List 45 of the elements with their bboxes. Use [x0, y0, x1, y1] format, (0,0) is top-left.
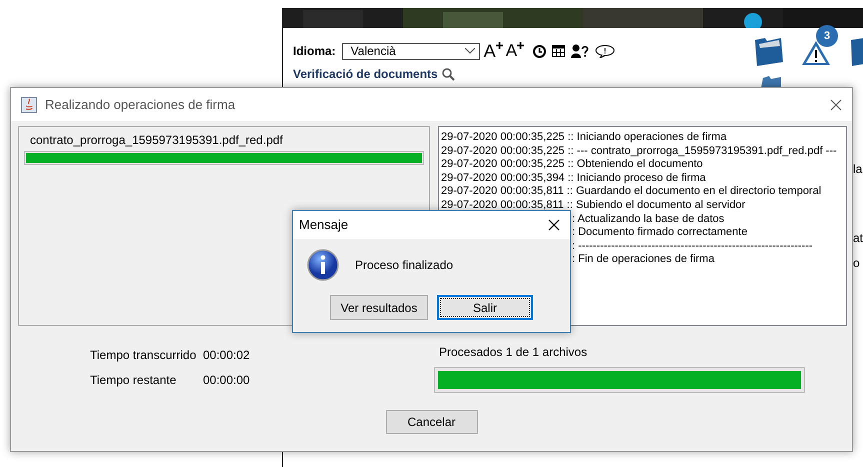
log-line: 29-07-2020 00:00:35,225 :: Obteniendo el documento	[441, 158, 703, 172]
speech-bubble-icon[interactable]	[595, 44, 616, 58]
remaining-value: 00:00:00	[203, 372, 250, 389]
language-label: Idioma:	[293, 43, 336, 60]
dialog-title: Mensaje	[299, 216, 348, 234]
processed-count: Procesados 1 de 1 archivos	[439, 344, 588, 361]
log-line: : Actualizando la base de datos	[572, 212, 724, 226]
exit-button[interactable]: Salir	[437, 295, 533, 320]
elapsed-label: Tiempo transcurrido	[90, 347, 198, 364]
cut-text: at	[853, 230, 863, 247]
log-line: : Documento firmado correctamente	[572, 226, 748, 240]
log-line: : Fin de operaciones de firma	[572, 253, 714, 267]
close-icon[interactable]	[830, 98, 842, 110]
log-line: : ----------------------------------------------------------------	[572, 240, 813, 254]
java-icon	[21, 96, 37, 112]
info-icon	[307, 249, 339, 281]
view-results-button[interactable]: Ver resultados	[330, 295, 428, 320]
caret-icon	[464, 48, 475, 54]
log-line: 29-07-2020 00:00:35,225 :: --- contrato_prorroga_1595973195391.pdf_red.pdf ---	[441, 144, 837, 158]
increase-text-button[interactable]: A	[484, 42, 503, 60]
plus-icon	[517, 42, 524, 49]
notification-badge: 3	[816, 25, 838, 47]
log-line: 29-07-2020 00:00:35,811 :: Guardando el documento en el directorio temporal	[441, 185, 822, 199]
verification-link[interactable]: Verificació de documents	[293, 65, 438, 83]
calendar-icon[interactable]	[552, 45, 566, 57]
select-value: Valencià	[350, 43, 396, 60]
remaining-label: Tiempo restante	[90, 372, 178, 389]
clock-icon[interactable]	[533, 44, 546, 58]
plus-icon	[496, 42, 503, 49]
file-name: contrato_prorroga_1595973195391.pdf_red.pdf	[29, 132, 283, 149]
user-help-icon[interactable]	[571, 44, 590, 58]
search-icon[interactable]	[442, 68, 455, 80]
folder-icon[interactable]	[849, 36, 863, 66]
cut-text: o	[853, 255, 860, 272]
elapsed-value: 00:00:02	[203, 347, 250, 364]
cancel-button[interactable]: Cancelar	[386, 410, 478, 434]
log-line: 29-07-2020 00:00:35,394 :: Iniciando proceso de firma	[441, 172, 706, 186]
log-line: 29-07-2020 00:00:35,225 :: Iniciando operaciones de firma	[441, 131, 727, 145]
log-line: 29-07-2020 00:00:35,811 :: Subiendo el documento al servidor	[441, 198, 746, 213]
message-text: Proceso finalizado	[355, 257, 454, 274]
cut-text: la	[853, 161, 862, 178]
language-select[interactable]: Valencià	[342, 42, 480, 60]
close-icon[interactable]	[548, 219, 560, 231]
window-title: Realizando operaciones de firma	[45, 96, 236, 114]
text-size-button[interactable]: A	[506, 42, 524, 60]
